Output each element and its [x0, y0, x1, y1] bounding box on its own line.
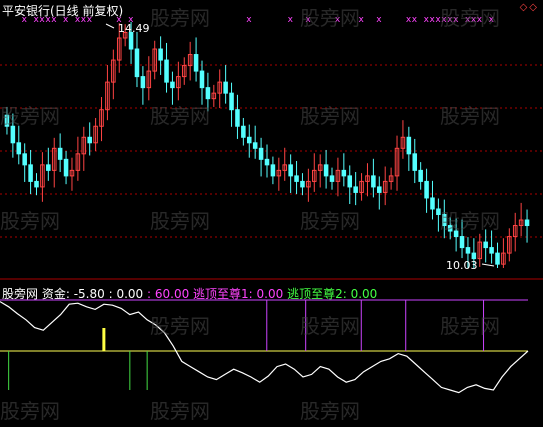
watermark-text: 股旁网	[150, 104, 210, 128]
candle-body	[270, 164, 276, 177]
value1: : 0.00	[108, 287, 144, 301]
candle-body	[406, 136, 412, 155]
candle-body	[22, 153, 27, 166]
candle-body	[258, 147, 264, 160]
indicator-legend: 股旁网 资金: -5.80 : 0.00 : 60.00 逃顶至尊1: 0.00…	[2, 285, 377, 302]
candle-body	[199, 70, 205, 89]
candle-body	[34, 180, 39, 188]
candle-body	[300, 180, 305, 188]
value2: : 60.00	[147, 287, 190, 301]
candle-body	[377, 186, 382, 193]
watermark-text: 股旁网	[300, 209, 360, 233]
watermark-text: 股旁网	[300, 314, 360, 338]
candle-body	[353, 186, 358, 193]
candle-body	[57, 147, 63, 160]
candle-body	[246, 136, 252, 144]
candle-body	[329, 175, 335, 182]
candle-body	[459, 236, 465, 249]
candle-body	[347, 175, 353, 188]
candle-body	[424, 180, 429, 199]
fund-value: 资金: -5.80	[41, 287, 105, 301]
watermark-text: 股旁网	[0, 209, 60, 233]
watermark-text: 股旁网	[300, 399, 360, 423]
candle-body	[495, 252, 500, 265]
candle-body	[193, 54, 199, 72]
candle-body	[223, 81, 228, 94]
candle-body	[87, 136, 92, 144]
candle-body	[229, 92, 234, 111]
signal-x-mark: x	[412, 15, 418, 25]
candle-body	[471, 252, 477, 260]
candle-body	[235, 109, 240, 127]
candle-body	[16, 142, 22, 155]
price-annotations: 14.49 10.03	[105, 22, 495, 272]
window-control-icons[interactable]: ◇◇	[520, 2, 539, 13]
candle-body	[164, 59, 169, 83]
watermark-text: 股旁网	[150, 6, 210, 30]
watermark-text: 股旁网	[0, 104, 60, 128]
candle-body	[46, 164, 51, 171]
candle-body	[170, 81, 175, 89]
candle-body	[489, 247, 494, 254]
watermark-text: 股旁网	[440, 209, 500, 233]
indicator-name: 股旁网	[2, 287, 39, 301]
candle-body	[412, 153, 418, 171]
candle-body	[294, 175, 299, 182]
watermark-text: 股旁网	[440, 314, 500, 338]
candle-body	[28, 164, 33, 182]
watermark-text: 股旁网	[300, 6, 360, 30]
candle-body	[371, 175, 376, 188]
chart-title: 平安银行(日线 前复权)	[2, 4, 124, 18]
candle-body	[63, 158, 69, 177]
candle-body	[252, 142, 258, 149]
signal-x-mark: x	[288, 15, 294, 25]
watermark-text: 股旁网	[150, 399, 210, 423]
candle-body	[288, 164, 293, 177]
watermark-text: 股旁网	[150, 209, 210, 233]
candle-body	[418, 169, 423, 182]
candle-body	[158, 48, 163, 61]
watermark-text: 股旁网	[0, 399, 60, 423]
candle-body	[264, 158, 270, 166]
signal-x-mark: x	[246, 15, 252, 25]
watermark-text: 股旁网	[150, 314, 210, 338]
candle-body	[134, 48, 140, 78]
escape-top-1: 逃顶至尊1: 0.00	[193, 287, 284, 301]
high-price-label: 14.49	[118, 22, 150, 35]
candle-body	[140, 76, 146, 89]
candle-body	[341, 169, 347, 177]
candle-body	[524, 219, 530, 227]
escape-top-2: 逃顶至尊2: 0.00	[287, 287, 378, 301]
candle-body	[205, 87, 211, 100]
low-price-label: 10.03	[446, 259, 478, 272]
candle-body	[323, 164, 329, 177]
watermark-text: 股旁网	[440, 6, 500, 30]
candle-body	[241, 125, 246, 138]
candle-body	[465, 247, 471, 254]
candle-body	[430, 197, 435, 210]
signal-x-mark: x	[376, 15, 382, 25]
watermark-text: 股旁网	[300, 104, 360, 128]
candle-body	[483, 241, 488, 249]
watermark-text: 股旁网	[440, 104, 500, 128]
